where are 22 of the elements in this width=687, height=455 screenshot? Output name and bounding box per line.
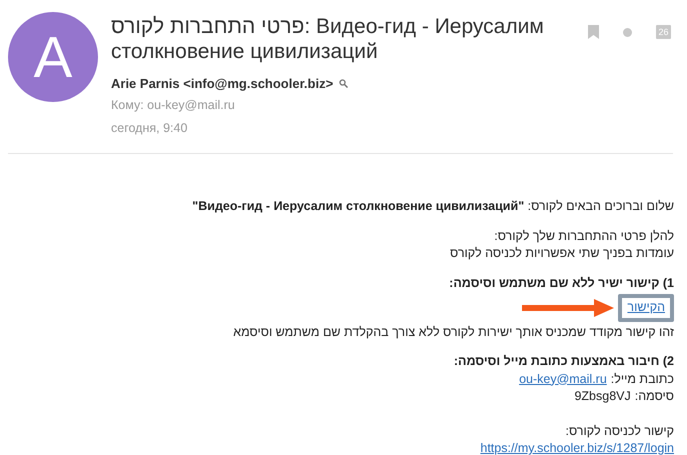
link[interactable]: https://my.schooler.biz/s/1287/login	[480, 440, 674, 455]
sender-name: Arie Parnis <info@mg.schooler.biz>	[111, 76, 334, 90]
arrow-icon	[522, 298, 614, 317]
dot-icon[interactable]	[623, 28, 632, 36]
link[interactable]: הקישור	[618, 294, 674, 322]
email-subject: столкновение цивилизаций	[111, 39, 379, 64]
email-link[interactable]: ou-key@mail.ru	[519, 370, 607, 388]
body-text: להלן פרטי ההתחברות שלך לקורס:	[493, 228, 674, 244]
avatar: A	[8, 12, 98, 102]
body-text: זהו קישור מקודד שמכניס אותך ישירות לקורס ללא צורך בהקלדת שם משתמש וסיסמא	[232, 324, 674, 340]
body-text: קישור לכניסה לקורס:	[565, 422, 674, 440]
body-text: עומדות בפניך שתי אפשרויות לכניסה לקורס	[449, 245, 674, 262]
email-date: сегодня, 9:40	[111, 120, 188, 137]
bookmark-icon[interactable]	[588, 25, 599, 39]
field-label: כתובת מייל:	[610, 370, 674, 388]
section-heading: 1) קישור ישיר ללא שם משתמש וסיסמה:	[448, 274, 674, 292]
recipient: Кому: ou-key@mail.ru	[111, 97, 236, 114]
section-heading: 2) חיבור באמצעות כתובת מייל וסיסמה:	[452, 353, 674, 370]
field-label: סיסמה:	[634, 388, 674, 405]
search-icon[interactable]	[339, 78, 348, 88]
email-subject: פרטי התחברות לקורס: Видео-гид - Иерусалим	[111, 14, 545, 39]
field-value: 9Zbsg8VJ	[574, 388, 631, 405]
